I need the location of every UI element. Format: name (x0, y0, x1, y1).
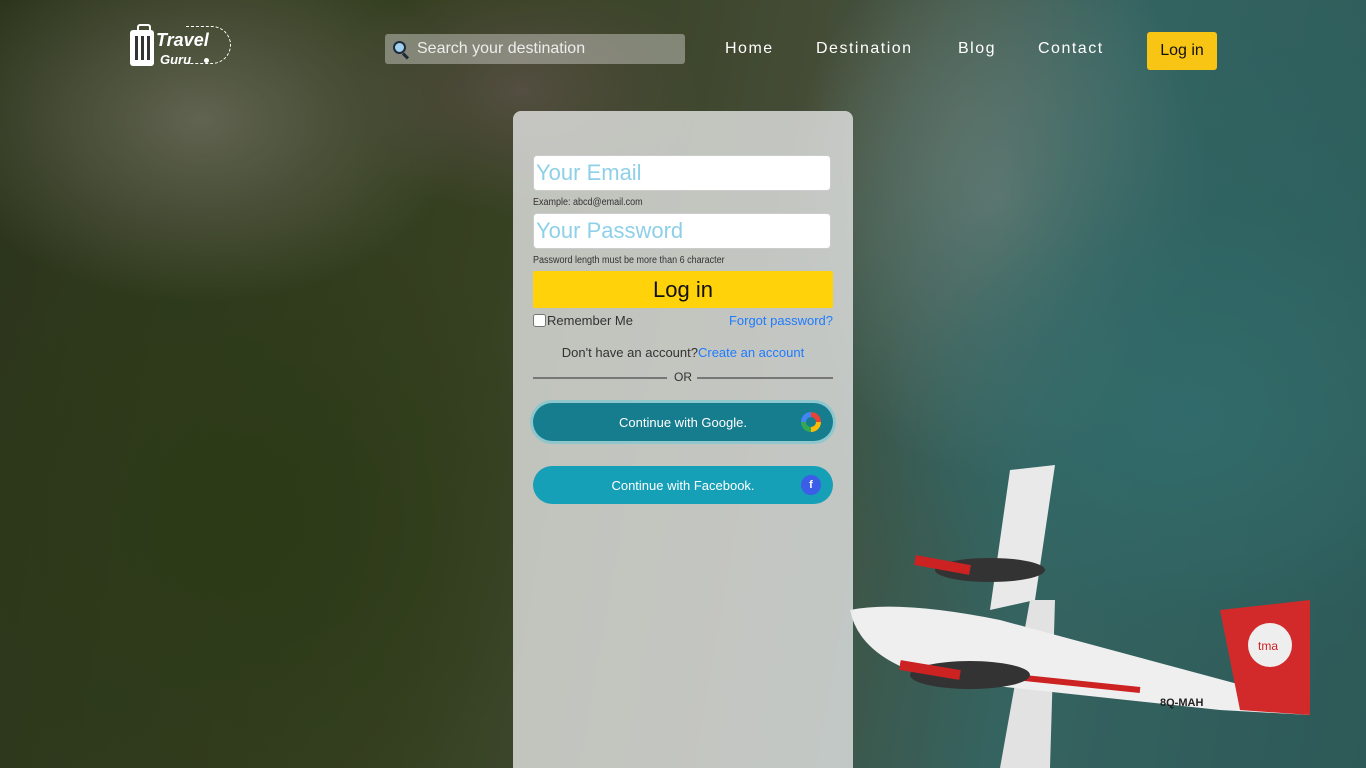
google-icon (801, 412, 821, 432)
remember-me-label: Remember Me (547, 313, 633, 328)
signup-prompt: Don't have an account?Create an account (513, 345, 853, 360)
nav-destination[interactable]: Destination (816, 40, 913, 58)
svg-text:tma: tma (1258, 639, 1278, 653)
travel-guru-logo[interactable]: Travel Guru (128, 22, 232, 72)
svg-text:8Q-MAH: 8Q-MAH (1160, 697, 1203, 709)
or-label: OR (674, 370, 692, 384)
seaplane-image: tma 8Q-MAH (850, 465, 1310, 768)
header-login-button[interactable]: Log in (1147, 32, 1217, 70)
search-bar (385, 34, 685, 64)
facebook-login-label: Continue with Facebook. (611, 477, 755, 493)
email-field[interactable] (533, 155, 831, 191)
or-divider: OR (533, 369, 833, 385)
facebook-login-button[interactable]: Continue with Facebook. f (533, 466, 833, 504)
nav-contact[interactable]: Contact (1038, 40, 1104, 58)
nav-home[interactable]: Home (725, 40, 774, 58)
facebook-icon: f (801, 475, 821, 495)
create-account-link[interactable]: Create an account (698, 345, 804, 360)
password-hint: Password length must be more than 6 char… (533, 255, 725, 266)
password-field[interactable] (533, 213, 831, 249)
email-hint: Example: abcd@email.com (533, 197, 643, 208)
google-login-button[interactable]: Continue with Google. (533, 403, 833, 441)
forgot-password-link[interactable]: Forgot password? (729, 313, 833, 328)
search-icon (385, 34, 415, 64)
signup-prompt-text: Don't have an account? (561, 345, 698, 360)
login-card: Example: abcd@email.com Password length … (513, 111, 853, 768)
remember-me-checkbox[interactable] (533, 314, 546, 327)
remember-me[interactable]: Remember Me (533, 313, 633, 328)
nav-blog[interactable]: Blog (958, 40, 996, 58)
search-input[interactable] (415, 34, 679, 64)
suitcase-icon (130, 24, 154, 66)
login-button[interactable]: Log in (533, 271, 833, 308)
google-login-label: Continue with Google. (619, 414, 747, 430)
logo-text-travel: Travel (156, 30, 209, 50)
logo-text-guru: Guru (160, 52, 192, 67)
